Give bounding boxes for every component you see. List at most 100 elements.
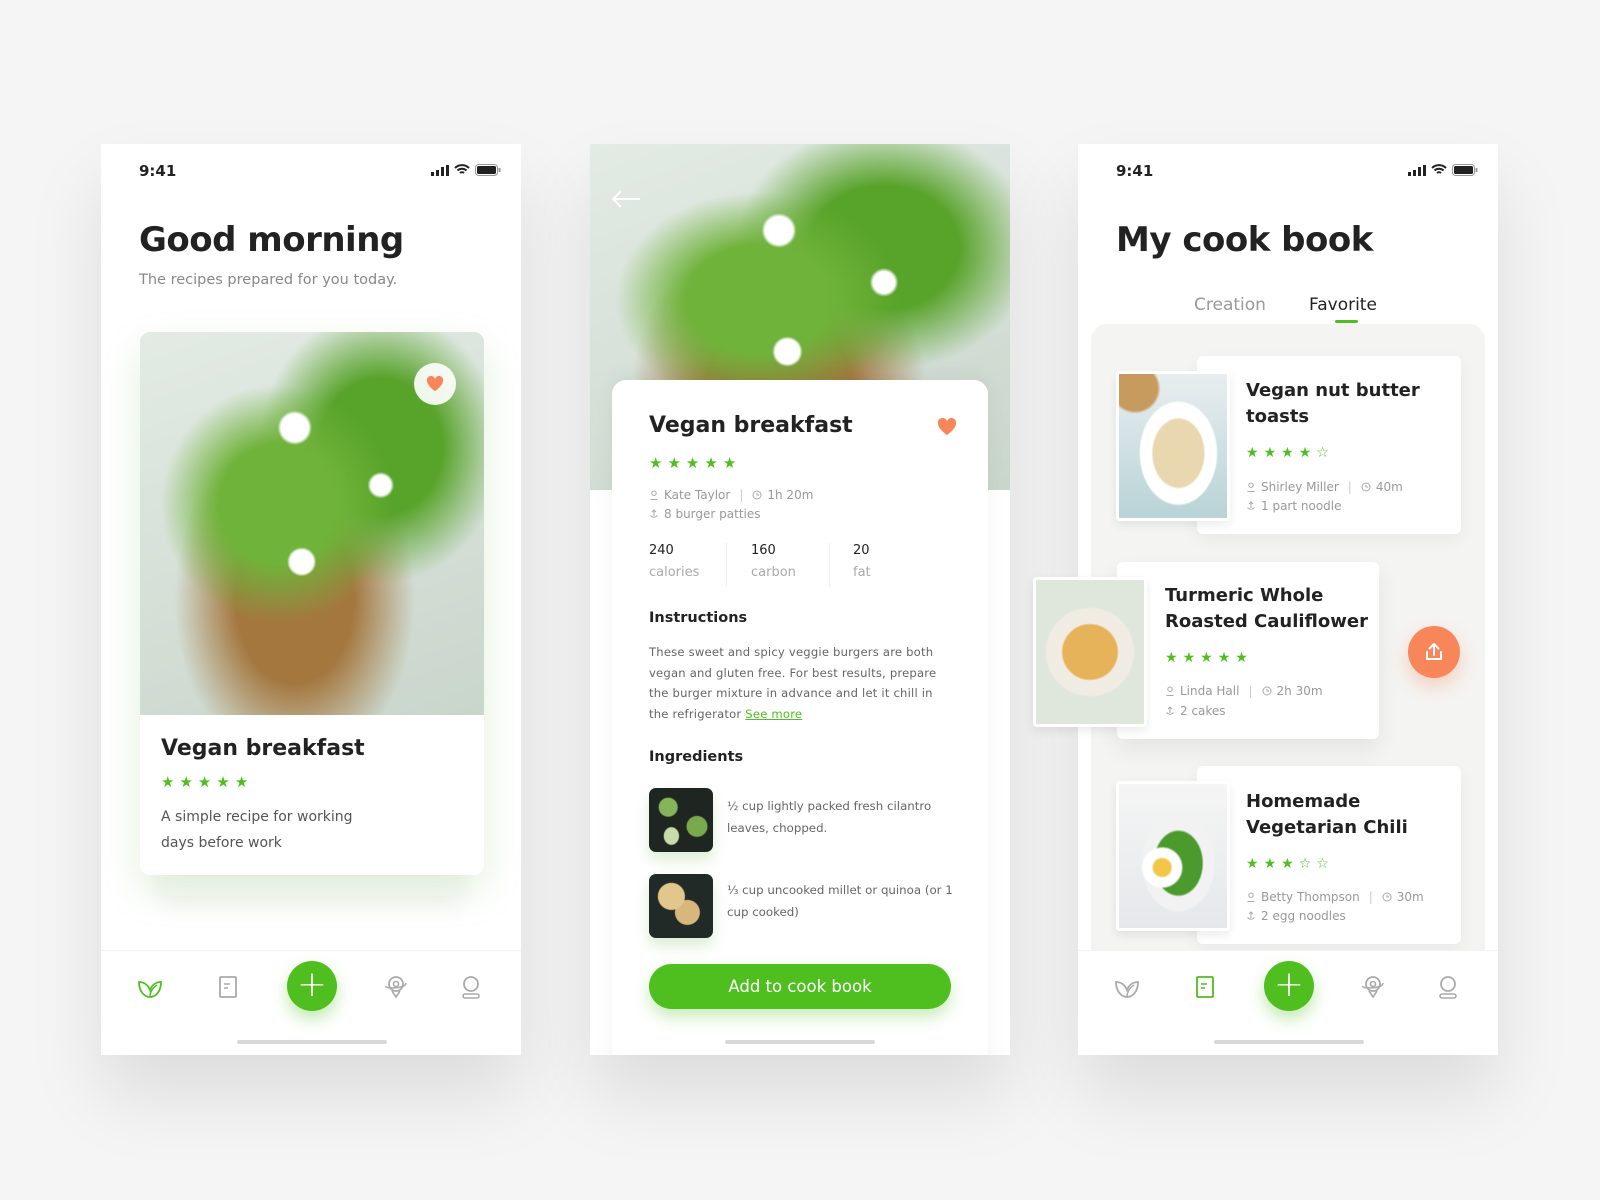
description-line: days before work — [161, 835, 282, 851]
star-rating: ★ ★ ★ ☆ ☆ — [1246, 857, 1329, 872]
recipe-title: Vegan nut butter toasts — [1246, 378, 1420, 430]
star-empty-icon: ☆ — [1316, 445, 1329, 461]
stat-calories: 240 calories — [649, 543, 699, 580]
star-filled-icon: ★ — [216, 773, 230, 791]
servings: 2 cakes — [1180, 704, 1226, 718]
location-icon[interactable] — [1359, 973, 1387, 1001]
recipe-servings: 1 part noodle — [1246, 499, 1342, 513]
leaf-icon[interactable] — [1113, 973, 1141, 1001]
book-icon[interactable] — [214, 973, 242, 1001]
see-more-link[interactable]: See more — [745, 707, 802, 721]
recipe-title: Turmeric Whole Roasted Cauliflower — [1165, 583, 1368, 635]
recipe-servings: 2 cakes — [1165, 704, 1226, 718]
star-filled-icon: ★ — [1281, 445, 1294, 461]
servings: 2 egg noodles — [1261, 909, 1346, 923]
star-empty-icon: ☆ — [1298, 856, 1312, 872]
clock-icon — [1262, 686, 1272, 696]
author: Betty Thompson — [1261, 890, 1360, 904]
recipe-servings: 8 burger patties — [649, 507, 761, 521]
servings-icon — [1165, 706, 1175, 716]
recipe-description: A simple recipe for working days before … — [161, 804, 353, 856]
title-line: Turmeric Whole — [1165, 585, 1324, 606]
heart-icon — [426, 376, 444, 392]
bottom-nav: + — [101, 950, 521, 1011]
profile-icon[interactable] — [1434, 973, 1462, 1001]
page-title: My cook book — [1116, 220, 1373, 260]
star-filled-icon: ★ — [1263, 856, 1277, 872]
recipe-title: Vegan breakfast — [649, 413, 853, 438]
servings-icon — [1246, 501, 1256, 511]
share-button[interactable] — [1408, 626, 1460, 678]
star-filled-icon: ★ — [197, 773, 212, 791]
duration: 30m — [1396, 890, 1424, 904]
star-filled-icon: ★ — [1281, 856, 1294, 872]
instructions-heading: Instructions — [649, 610, 748, 626]
star-filled-icon: ★ — [667, 454, 681, 472]
recipe-title: Vegan breakfast — [161, 736, 365, 761]
title-line: Roasted Cauliflower — [1165, 611, 1368, 632]
recipe-title: Homemade Vegetarian Chili — [1246, 789, 1408, 841]
recipe-meta: Shirley Miller | 40m — [1246, 480, 1403, 494]
plus-icon[interactable]: + — [1264, 961, 1314, 1011]
user-icon — [649, 490, 659, 500]
battery-icon — [1452, 164, 1478, 176]
stat-label: carbon — [751, 565, 796, 580]
star-filled-icon: ★ — [1298, 445, 1312, 461]
page-subtitle: The recipes prepared for you today. — [139, 272, 398, 288]
tab-creation[interactable]: Creation — [1194, 295, 1266, 315]
battery-icon — [475, 164, 501, 176]
author: Shirley Miller — [1261, 480, 1339, 494]
star-filled-icon: ★ — [1246, 445, 1259, 461]
profile-icon[interactable] — [457, 973, 485, 1001]
location-icon[interactable] — [382, 973, 410, 1001]
ingredient-photo — [649, 788, 713, 852]
stat-fat: 20 fat — [853, 543, 871, 580]
star-filled-icon: ★ — [1182, 650, 1196, 666]
ingredients-heading: Ingredients — [649, 749, 744, 765]
tab-favorite[interactable]: Favorite — [1309, 295, 1377, 315]
user-icon — [1246, 482, 1256, 492]
author: Kate Taylor — [664, 488, 731, 502]
nutrition-stats: 240 calories 160 carbon 20 fat — [649, 543, 969, 589]
star-filled-icon: ★ — [234, 773, 249, 791]
share-icon — [1426, 643, 1442, 660]
wifi-icon — [1431, 164, 1447, 174]
star-rating: ★ ★ ★ ★ ★ — [649, 456, 736, 471]
stat-value: 20 — [853, 543, 870, 558]
status-time: 9:41 — [139, 162, 177, 180]
recipe-meta: Kate Taylor | 1h 20m — [649, 488, 813, 502]
star-filled-icon: ★ — [685, 454, 700, 472]
star-empty-icon: ☆ — [1316, 856, 1329, 872]
star-filled-icon: ★ — [649, 454, 663, 472]
clock-icon — [1382, 892, 1392, 902]
recipe-photo — [1116, 371, 1230, 521]
book-icon[interactable] — [1191, 973, 1219, 1001]
favorite-button[interactable] — [414, 363, 456, 405]
servings-icon — [649, 509, 659, 519]
ingredient-photo — [649, 874, 713, 938]
recipe-servings: 2 egg noodles — [1246, 909, 1346, 923]
cookbook-screen: 9:41 My cook book Creation Favorite Vega… — [1033, 144, 1498, 1055]
back-arrow-icon[interactable] — [610, 189, 642, 209]
title-line: Vegetarian Chili — [1246, 817, 1408, 838]
add-to-cookbook-button[interactable]: Add to cook book — [649, 964, 951, 1009]
star-filled-icon: ★ — [179, 773, 193, 791]
leaf-icon[interactable] — [136, 973, 164, 1001]
star-rating: ★ ★ ★ ★ ☆ — [1246, 446, 1329, 461]
plus-icon[interactable]: + — [287, 961, 337, 1011]
star-filled-icon: ★ — [1165, 650, 1178, 666]
heart-icon[interactable] — [937, 418, 957, 436]
servings: 8 burger patties — [664, 507, 761, 521]
ingredient-text: ½ cup lightly packed fresh cilantro leav… — [727, 799, 932, 835]
stat-label: calories — [649, 565, 700, 580]
bottom-nav: + — [1078, 950, 1498, 1011]
star-filled-icon: ★ — [1235, 650, 1248, 666]
star-filled-icon: ★ — [704, 454, 718, 472]
instructions-text: These sweet and spicy veggie burgers are… — [649, 642, 954, 724]
user-icon — [1246, 892, 1256, 902]
title-line: toasts — [1246, 406, 1310, 427]
stat-value: 160 — [751, 543, 776, 558]
signal-icon — [1408, 164, 1426, 176]
recipe-card[interactable]: Vegan breakfast ★ ★ ★ ★ ★ A simple recipe fo… — [140, 332, 484, 875]
home-screen: 9:41 Good morning The recipes prepared f… — [101, 144, 521, 1055]
